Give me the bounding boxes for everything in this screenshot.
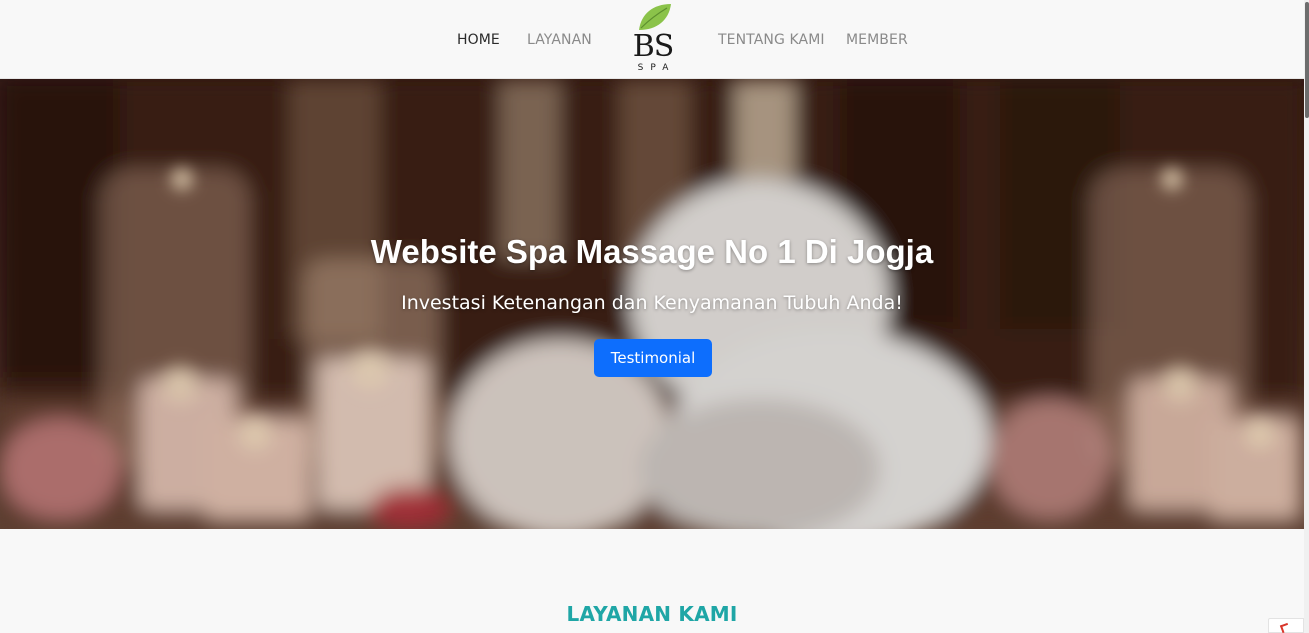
hero-banner: Website Spa Massage No 1 Di Jogja Invest…: [0, 79, 1304, 529]
nav-link-home[interactable]: HOME: [457, 32, 500, 48]
leaf-icon: [639, 4, 671, 30]
nav-link-member[interactable]: MEMBER: [846, 32, 908, 48]
navbar: HOME LAYANAN BS SPA TENTANG KAMI MEMBER: [0, 0, 1304, 79]
page-scrollbar[interactable]: [1304, 0, 1309, 633]
section-title-layanan-kami: LAYANAN KAMI: [566, 602, 738, 626]
logo-text: BS: [632, 29, 675, 64]
hero-title: Website Spa Massage No 1 Di Jogja: [370, 233, 934, 270]
widget-arrow-icon: [1279, 622, 1291, 633]
logo-subtext: SPA: [637, 63, 676, 73]
hero-subtitle: Investasi Ketenangan dan Kenyamanan Tubu…: [401, 292, 903, 314]
nav-link-tentang-kami[interactable]: TENTANG KAMI: [718, 32, 825, 48]
nav-link-layanan[interactable]: LAYANAN: [527, 32, 592, 48]
testimonial-button[interactable]: Testimonial: [594, 339, 712, 377]
floating-widget[interactable]: [1268, 618, 1304, 633]
brand-logo[interactable]: BS SPA: [620, 2, 686, 74]
scrollbar-thumb[interactable]: [1305, 2, 1309, 118]
